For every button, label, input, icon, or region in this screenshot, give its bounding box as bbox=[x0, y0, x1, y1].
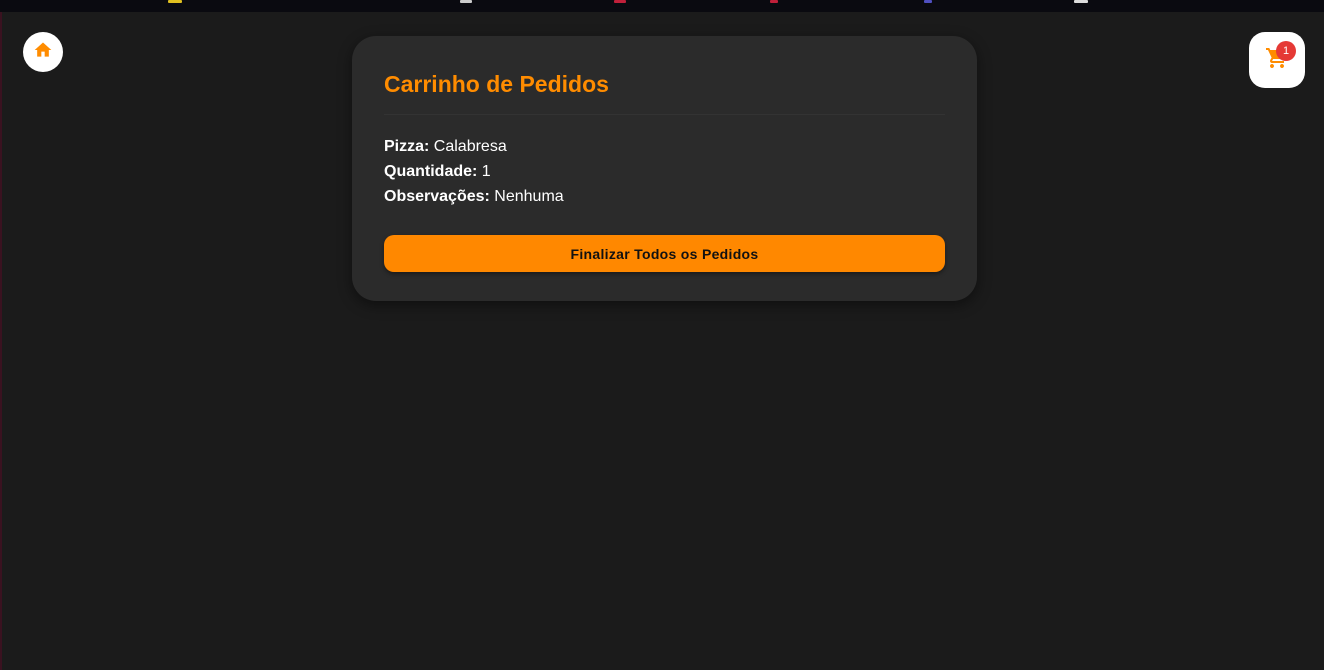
home-icon bbox=[33, 40, 53, 65]
cart-button[interactable]: 1 bbox=[1249, 32, 1305, 88]
tab-mark bbox=[460, 0, 472, 3]
tab-mark bbox=[770, 0, 778, 3]
cart-count-badge: 1 bbox=[1276, 41, 1296, 61]
quantity-row: Quantidade: 1 bbox=[384, 159, 945, 184]
page-title: Carrinho de Pedidos bbox=[384, 71, 609, 97]
notes-label: Observações: bbox=[384, 188, 490, 205]
cart-card: Carrinho de Pedidos Pizza: Calabresa Qua… bbox=[352, 36, 977, 301]
divider bbox=[384, 114, 945, 115]
notes-value: Nenhuma bbox=[494, 188, 564, 205]
home-button[interactable] bbox=[23, 32, 63, 72]
finalize-orders-button[interactable]: Finalizar Todos os Pedidos bbox=[384, 235, 945, 272]
quantity-label: Quantidade: bbox=[384, 163, 478, 180]
notes-row: Observações: Nenhuma bbox=[384, 184, 945, 209]
tab-mark bbox=[1074, 0, 1088, 3]
pizza-row: Pizza: Calabresa bbox=[384, 134, 945, 159]
window-edge bbox=[0, 12, 2, 670]
browser-top-strip bbox=[0, 0, 1324, 12]
pizza-label: Pizza: bbox=[384, 138, 430, 155]
order-item: Pizza: Calabresa Quantidade: 1 Observaçõ… bbox=[384, 134, 945, 209]
pizza-value: Calabresa bbox=[433, 138, 507, 155]
tab-mark bbox=[924, 0, 932, 3]
tab-mark bbox=[168, 0, 182, 3]
quantity-value: 1 bbox=[481, 163, 491, 180]
tab-mark bbox=[614, 0, 626, 3]
